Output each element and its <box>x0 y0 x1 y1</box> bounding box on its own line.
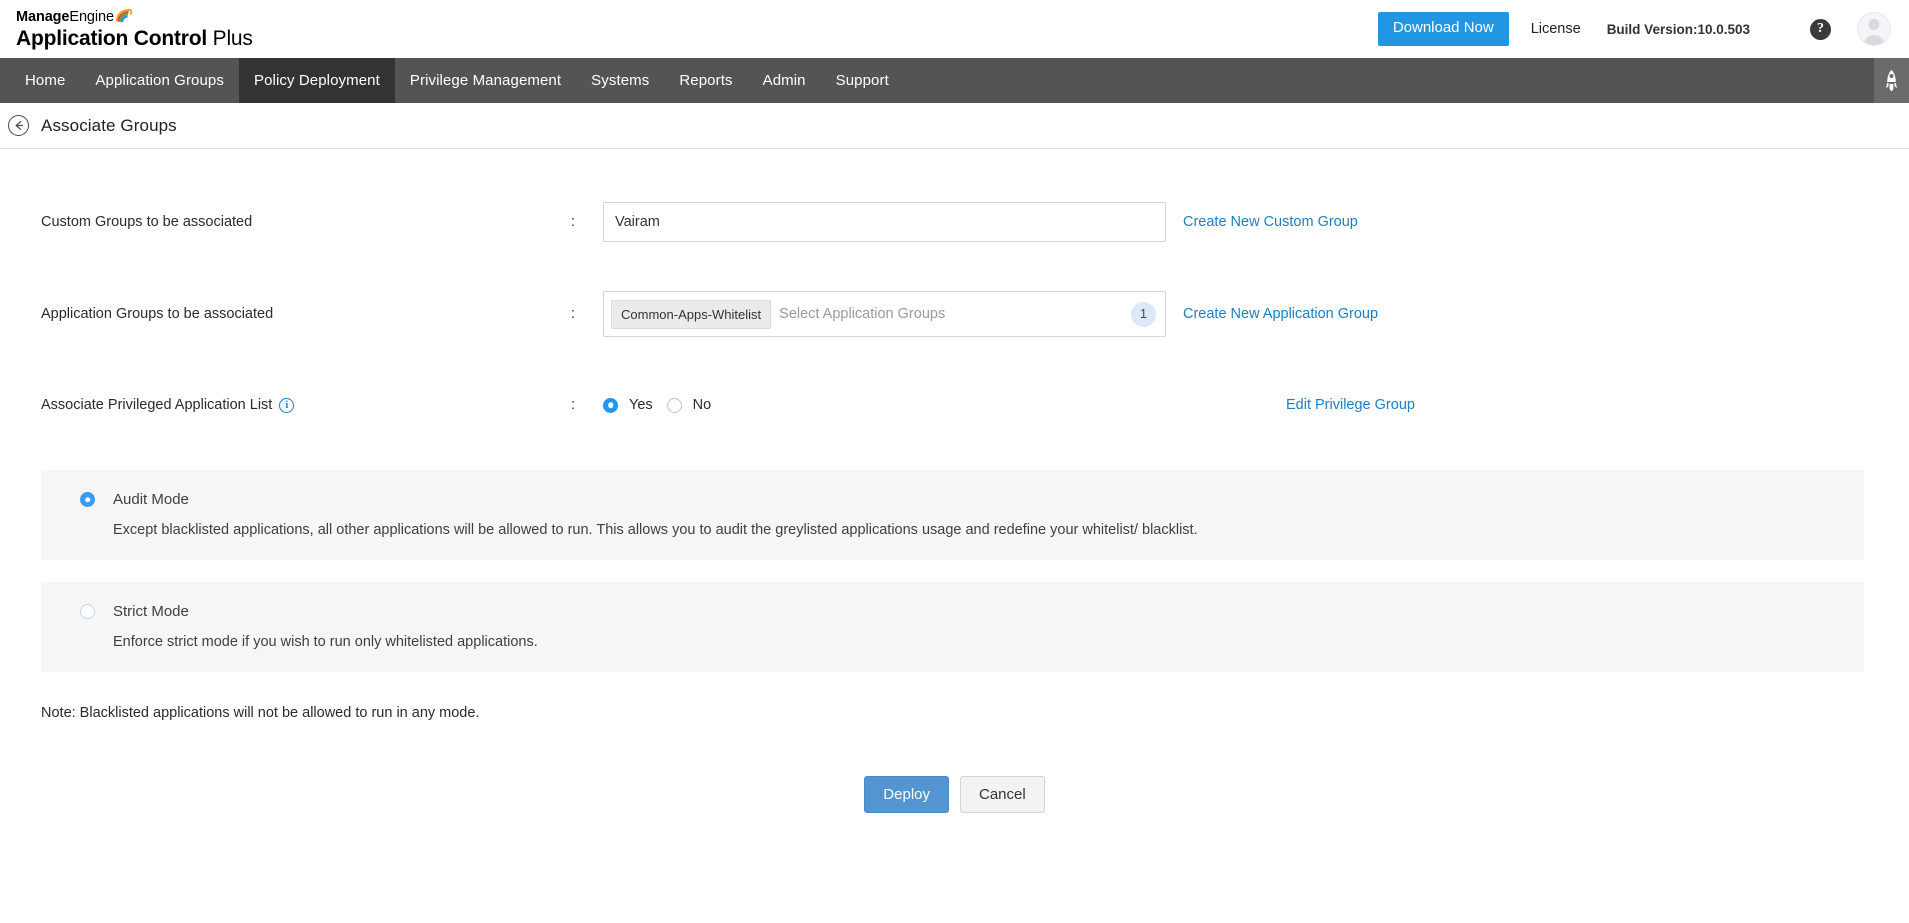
nav-item-reports[interactable]: Reports <box>664 58 747 103</box>
privileged-list-radio-group: Yes No <box>603 397 725 413</box>
nav-label: Home <box>25 72 65 89</box>
app-header: ManageEngine Application Control Plus Do… <box>0 0 1909 58</box>
radio-yes-label: Yes <box>629 397 653 413</box>
selected-count-badge: 1 <box>1131 302 1156 327</box>
mode-audit-description: Except blacklisted applications, all oth… <box>41 522 1864 538</box>
nav-item-privilege-management[interactable]: Privilege Management <box>395 58 576 103</box>
nav-label: Policy Deployment <box>254 72 380 89</box>
mode-panel-audit[interactable]: Audit Mode Except blacklisted applicatio… <box>41 470 1864 560</box>
brand-manage-text: Manage <box>16 9 69 25</box>
manageengine-swoosh-icon <box>115 9 132 23</box>
form-row-privileged-list: Associate Privileged Application List i … <box>0 385 1909 425</box>
help-icon[interactable]: ? <box>1810 19 1831 40</box>
nav-label: Reports <box>679 72 732 89</box>
brand-product-light: Plus <box>207 27 253 50</box>
nav-item-admin[interactable]: Admin <box>748 58 821 103</box>
nav-item-policy-deployment[interactable]: Policy Deployment <box>239 58 395 103</box>
page-title-bar: Associate Groups <box>0 103 1909 149</box>
mode-strict-title: Strict Mode <box>113 603 189 620</box>
nav-item-systems[interactable]: Systems <box>576 58 664 103</box>
main-navigation: Home Application Groups Policy Deploymen… <box>0 58 1909 103</box>
footer-actions: Deploy Cancel <box>0 776 1909 813</box>
info-icon[interactable]: i <box>279 398 294 413</box>
application-groups-placeholder: Select Application Groups <box>779 306 1123 322</box>
colon-separator: : <box>571 397 603 413</box>
edit-privilege-group-link[interactable]: Edit Privilege Group <box>1286 397 1415 413</box>
nav-label: Application Groups <box>95 72 224 89</box>
nav-label: Privilege Management <box>410 72 561 89</box>
radio-strict-mode[interactable] <box>80 604 95 619</box>
nav-items: Home Application Groups Policy Deploymen… <box>0 58 904 103</box>
form-row-custom-groups: Custom Groups to be associated : Create … <box>0 193 1909 251</box>
cancel-button[interactable]: Cancel <box>960 776 1045 813</box>
nav-item-home[interactable]: Home <box>10 58 80 103</box>
mode-panel-strict[interactable]: Strict Mode Enforce strict mode if you w… <box>41 582 1864 672</box>
license-link[interactable]: License <box>1531 21 1581 37</box>
page-content: Custom Groups to be associated : Create … <box>0 193 1909 813</box>
radio-no[interactable]: No <box>667 397 712 413</box>
mode-strict-head: Strict Mode <box>41 603 1864 620</box>
privilege-link-wrap: Edit Privilege Group <box>1269 396 1909 414</box>
nav-label: Admin <box>763 72 806 89</box>
radio-audit-mode[interactable] <box>80 492 95 507</box>
back-arrow-icon[interactable] <box>8 115 29 136</box>
custom-groups-label: Custom Groups to be associated <box>41 214 571 230</box>
mode-audit-title: Audit Mode <box>113 491 189 508</box>
mode-strict-description: Enforce strict mode if you wish to run o… <box>41 634 1864 650</box>
application-groups-label: Application Groups to be associated <box>41 306 571 322</box>
colon-separator: : <box>571 214 603 230</box>
mode-audit-head: Audit Mode <box>41 491 1864 508</box>
header-actions: Download Now License Build Version:10.0.… <box>1378 0 1909 58</box>
page-title: Associate Groups <box>41 116 177 136</box>
create-new-application-group-link[interactable]: Create New Application Group <box>1183 306 1378 322</box>
privileged-list-label-text: Associate Privileged Application List <box>41 397 272 413</box>
brand-manageengine: ManageEngine <box>16 7 132 25</box>
radio-no-label: No <box>693 397 712 413</box>
privileged-list-label: Associate Privileged Application List i <box>41 397 571 413</box>
rocket-icon[interactable] <box>1874 58 1909 103</box>
create-new-custom-group-link[interactable]: Create New Custom Group <box>1183 214 1358 230</box>
nav-item-application-groups[interactable]: Application Groups <box>80 58 239 103</box>
brand-product-bold: Application Control <box>16 27 207 50</box>
nav-label: Systems <box>591 72 649 89</box>
radio-no-indicator[interactable] <box>667 398 682 413</box>
custom-groups-input[interactable] <box>603 202 1166 242</box>
brand-product-name: Application Control Plus <box>16 28 253 49</box>
brand-engine-text: Engine <box>69 9 114 25</box>
build-version-label: Build Version:10.0.503 <box>1607 22 1750 37</box>
user-avatar-icon[interactable] <box>1857 12 1891 46</box>
blacklist-note: Note: Blacklisted applications will not … <box>0 705 1909 721</box>
application-groups-multiselect[interactable]: Common-Apps-Whitelist Select Application… <box>603 291 1166 337</box>
deploy-button[interactable]: Deploy <box>864 776 949 813</box>
selected-group-chip[interactable]: Common-Apps-Whitelist <box>611 300 771 329</box>
nav-label: Support <box>836 72 889 89</box>
radio-yes-indicator[interactable] <box>603 398 618 413</box>
form-row-application-groups: Application Groups to be associated : Co… <box>0 285 1909 343</box>
nav-item-support[interactable]: Support <box>821 58 904 103</box>
brand-logo: ManageEngine Application Control Plus <box>0 0 253 49</box>
radio-yes[interactable]: Yes <box>603 397 653 413</box>
download-now-button[interactable]: Download Now <box>1378 12 1509 46</box>
colon-separator: : <box>571 306 603 322</box>
